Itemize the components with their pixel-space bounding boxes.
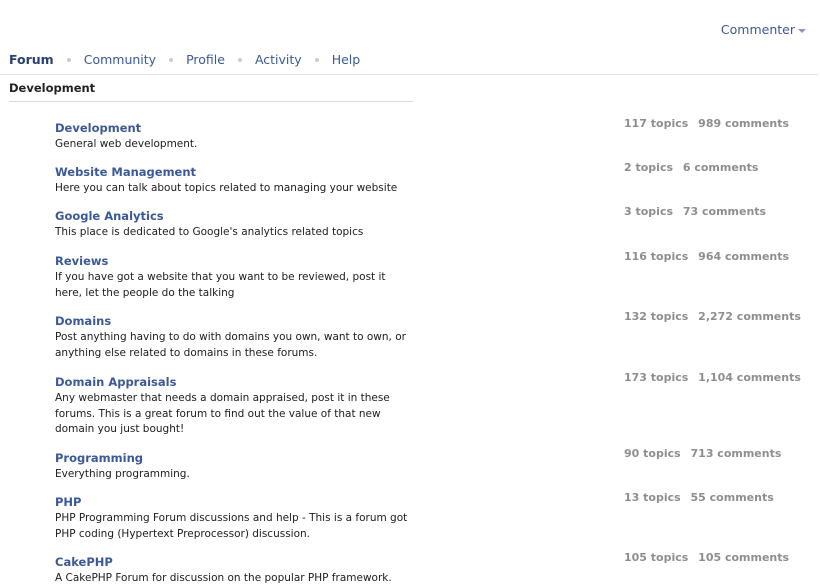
forum-stats: 117 topics 989 comments xyxy=(624,117,789,131)
comment-count: 964 comments xyxy=(698,250,790,263)
forum-link-development[interactable]: Development xyxy=(55,121,141,135)
section-divider xyxy=(9,101,413,102)
nav-divider xyxy=(0,74,818,75)
nav-item-help[interactable]: Help xyxy=(332,52,361,67)
chevron-down-icon xyxy=(798,28,806,33)
forum-link-domain-appraisals[interactable]: Domain Appraisals xyxy=(55,375,176,389)
forum-stats: 173 topics 1,104 comments xyxy=(624,371,801,385)
separator-dot-icon xyxy=(169,57,174,62)
comment-count: 73 comments xyxy=(682,205,767,218)
forum-description: This place is dedicated to Google's anal… xyxy=(55,226,364,238)
forum-stats: 3 topics 73 comments xyxy=(624,205,766,219)
forum-stats: 105 topics 105 comments xyxy=(624,551,789,565)
forum-link-google-analytics[interactable]: Google Analytics xyxy=(55,209,164,223)
forum-link-website-management[interactable]: Website Management xyxy=(55,165,196,179)
forum-description: A CakePHP Forum for discussion on the po… xyxy=(55,572,392,584)
forum-link-reviews[interactable]: Reviews xyxy=(55,254,108,268)
forum-stats: 116 topics 964 comments xyxy=(624,250,789,264)
topic-count: 105 topics xyxy=(624,551,689,564)
comment-count: 989 comments xyxy=(698,117,790,130)
topic-count: 3 topics xyxy=(624,205,674,218)
forum-stats: 90 topics 713 comments xyxy=(624,447,781,461)
forum-link-cakephp[interactable]: CakePHP xyxy=(55,555,113,569)
topic-count: 116 topics xyxy=(624,250,689,263)
nav-item-community[interactable]: Community xyxy=(84,52,156,67)
topic-count: 90 topics xyxy=(624,447,681,460)
topic-count: 117 topics xyxy=(624,117,689,130)
nav-item-profile[interactable]: Profile xyxy=(186,52,225,67)
nav-item-forum[interactable]: Forum xyxy=(9,52,54,67)
forum-stats: 132 topics 2,272 comments xyxy=(624,310,801,324)
forum-link-php[interactable]: PHP xyxy=(55,495,81,509)
forum-description: PHP Programming Forum discussions and he… xyxy=(55,512,408,540)
forum-link-programming[interactable]: Programming xyxy=(55,451,143,465)
comment-count: 105 comments xyxy=(698,551,790,564)
forum-description: If you have got a website that you want … xyxy=(55,271,386,299)
topic-count: 132 topics xyxy=(624,310,689,323)
forum-stats: 2 topics 6 comments xyxy=(624,161,758,175)
forum-description: Post anything having to do with domains … xyxy=(55,331,406,359)
forum-description: Everything programming. xyxy=(55,468,190,480)
topic-count: 173 topics xyxy=(624,371,689,384)
forum-stats: 13 topics 55 comments xyxy=(624,491,774,505)
main-nav: Forum Community Profile Activity Help xyxy=(9,52,360,67)
comment-count: 6 comments xyxy=(682,161,759,174)
user-menu-label: Commenter xyxy=(720,22,795,37)
comment-count: 1,104 comments xyxy=(698,371,801,384)
section-title: Development xyxy=(9,81,96,95)
forum-description: General web development. xyxy=(55,138,198,150)
user-menu[interactable]: Commenter xyxy=(721,22,806,37)
separator-dot-icon xyxy=(237,57,242,62)
forum-link-domains[interactable]: Domains xyxy=(55,314,111,328)
forum-description: Any webmaster that needs a domain apprai… xyxy=(55,392,390,435)
comment-count: 55 comments xyxy=(690,491,774,504)
topic-count: 13 topics xyxy=(624,491,681,504)
topic-count: 2 topics xyxy=(624,161,674,174)
separator-dot-icon xyxy=(314,57,319,62)
forum-description: Here you can talk about topics related t… xyxy=(55,182,398,194)
comment-count: 2,272 comments xyxy=(698,310,801,323)
nav-item-activity[interactable]: Activity xyxy=(255,52,302,67)
comment-count: 713 comments xyxy=(690,447,782,460)
separator-dot-icon xyxy=(66,57,71,62)
